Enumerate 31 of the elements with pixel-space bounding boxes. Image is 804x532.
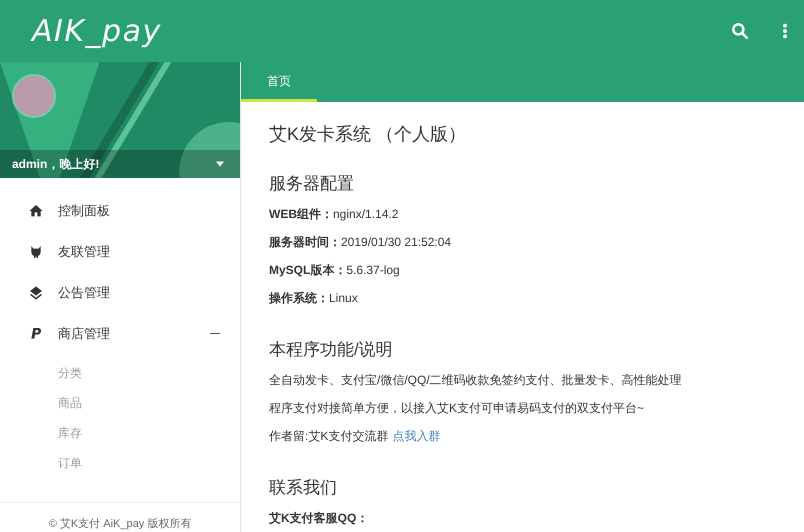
section-heading: 本程序功能/说明 xyxy=(269,339,394,361)
layers-icon xyxy=(28,284,44,300)
info-line: 操作系统：Linux xyxy=(269,290,359,307)
home-icon xyxy=(28,202,44,218)
info-line: 服务器时间：2019/01/30 21:52:04 xyxy=(269,234,452,251)
submenu-item[interactable]: 分类 xyxy=(0,358,240,388)
page-title: 艾K发卡系统 （个人版） xyxy=(269,123,468,146)
section-heading: 服务器配置 xyxy=(269,173,355,195)
info-line: 程序支付对接简单方便，以接入艾K支付可申请易码支付的双支付平台~ xyxy=(269,400,646,417)
sidebar-item[interactable]: 友联管理 xyxy=(0,231,240,272)
copyright-text: © 艾K支付 AiK_pay 版权所有 xyxy=(48,517,192,532)
user-bar[interactable]: admin，晚上好! xyxy=(0,150,240,178)
info-line: WEB组件：nginx/1.14.2 xyxy=(269,206,400,223)
search-icon[interactable] xyxy=(730,21,750,41)
tab[interactable]: 首页 xyxy=(241,62,317,102)
info-line: 全自动发卡、支付宝/微信/QQ/二维码收款免签约支付、批量发卡、高性能处理 xyxy=(269,372,683,389)
dropdown-caret-icon[interactable] xyxy=(216,161,224,167)
join-group-link[interactable]: 点我入群 xyxy=(392,429,440,443)
sidebar-item[interactable]: 商店管理 xyxy=(0,313,240,354)
submenu-item[interactable]: 商品 xyxy=(0,388,240,418)
sidebar-item[interactable]: 公告管理 xyxy=(0,272,240,313)
submenu-item[interactable]: 库存 xyxy=(0,418,240,448)
submenu-item[interactable]: 订单 xyxy=(0,448,240,478)
info-line: 艾K支付客服QQ： xyxy=(269,510,370,527)
info-line: MySQL版本：5.6.37-log xyxy=(269,262,401,279)
more-vertical-icon[interactable] xyxy=(782,23,788,39)
section-heading: 联系我们 xyxy=(269,477,338,499)
user-greeting: admin，晚上好! xyxy=(12,156,100,173)
sidebar-item[interactable]: 控制面板 xyxy=(0,190,240,231)
info-line: 作者留:艾K支付交流群 点我入群 xyxy=(269,428,442,445)
logo: AIK_pay xyxy=(32,12,162,50)
